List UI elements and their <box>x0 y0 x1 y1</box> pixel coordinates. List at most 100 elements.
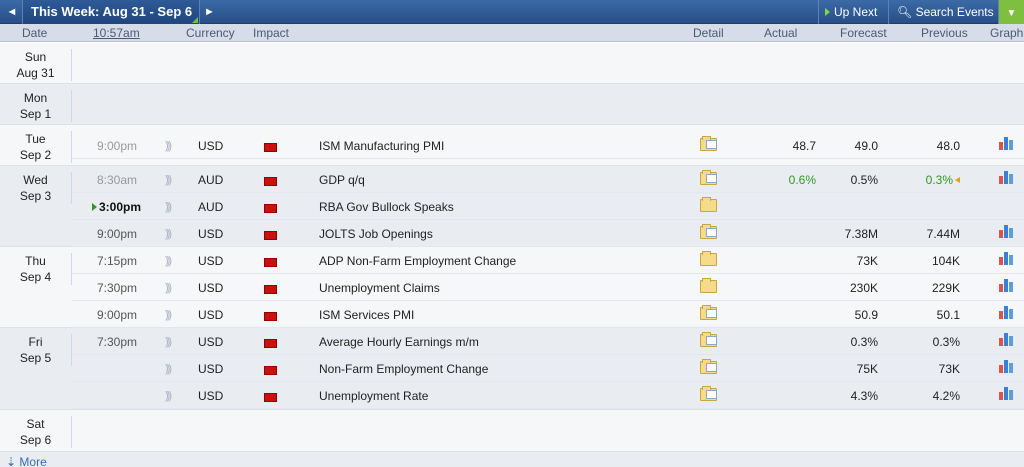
event-forecast: 73K <box>856 254 878 268</box>
event-title[interactable]: Unemployment Rate <box>319 389 428 403</box>
graph-icon[interactable] <box>998 171 1014 187</box>
chevron-right-icon: ► <box>204 6 215 18</box>
more-link[interactable]: ⇣ More <box>6 455 47 467</box>
col-date: Date <box>22 26 48 40</box>
col-forecast: Forecast <box>840 26 887 40</box>
play-icon <box>825 8 830 16</box>
col-previous: Previous <box>921 26 968 40</box>
event-title[interactable]: GDP q/q <box>319 173 365 187</box>
day-cell: Wed Sep 3 <box>0 172 72 204</box>
graph-icon[interactable] <box>998 225 1014 241</box>
week-label: This Week: Aug 31 - Sep 6 <box>31 4 193 19</box>
event-forecast: 50.9 <box>854 308 878 322</box>
high-impact-icon <box>264 256 277 270</box>
event-title[interactable]: JOLTS Job Openings <box>319 227 433 241</box>
week-selector[interactable]: This Week: Aug 31 - Sep 6 <box>22 0 199 24</box>
next-event-icon <box>92 203 97 211</box>
event-row[interactable]: 9:00pm ))) USD ISM Manufacturing PMI 48.… <box>72 132 1024 159</box>
event-time: 9:00pm <box>97 139 138 153</box>
col-detail: Detail <box>693 26 724 40</box>
event-title[interactable]: ISM Services PMI <box>319 308 414 322</box>
event-forecast: 75K <box>856 362 878 376</box>
sound-icon[interactable]: ))) <box>165 172 172 186</box>
event-currency: USD <box>198 335 224 349</box>
event-previous: 4.2% <box>932 389 960 403</box>
sound-icon[interactable]: ))) <box>165 253 172 267</box>
event-previous: 104K <box>931 254 960 268</box>
event-row[interactable]: 9:00pm ))) USD JOLTS Job Openings 7.38M … <box>72 220 1024 247</box>
up-next-button[interactable]: Up Next <box>818 0 888 24</box>
detail-folder-icon[interactable] <box>700 224 717 242</box>
event-currency: USD <box>198 308 224 322</box>
sound-icon[interactable]: ))) <box>165 361 172 375</box>
search-events-label: Search Events <box>915 5 994 19</box>
graph-icon[interactable] <box>998 252 1014 268</box>
event-title[interactable]: ISM Manufacturing PMI <box>319 139 444 153</box>
event-actual: 0.6% <box>788 173 816 187</box>
day-band-sun <box>0 43 1024 84</box>
event-row[interactable]: 7:30pm ))) USD Average Hourly Earnings m… <box>72 328 1024 355</box>
high-impact-icon <box>264 141 277 155</box>
sound-icon[interactable]: ))) <box>165 334 172 348</box>
event-row[interactable]: 9:00pm ))) USD ISM Services PMI 50.9 50.… <box>72 301 1024 328</box>
graph-icon[interactable] <box>998 360 1014 376</box>
event-time: 7:30pm <box>97 281 138 295</box>
column-header: Date 10:57am Currency Impact Detail Actu… <box>0 24 1024 42</box>
event-title[interactable]: RBA Gov Bullock Speaks <box>319 200 454 214</box>
detail-folder-icon[interactable] <box>700 251 717 269</box>
detail-folder-icon[interactable] <box>700 305 717 323</box>
next-week-button[interactable]: ► <box>199 0 219 24</box>
footer-band <box>0 452 1024 467</box>
day-band-mon <box>0 84 1024 125</box>
detail-folder-icon[interactable] <box>700 170 717 188</box>
graph-icon[interactable] <box>998 333 1014 349</box>
event-currency: USD <box>198 389 224 403</box>
previous-value: 0.3% <box>925 173 953 187</box>
search-events-button[interactable]: 🔍︎ Search Events <box>888 0 998 24</box>
event-currency: USD <box>198 139 224 153</box>
download-arrow-icon: ⇣ <box>6 455 17 467</box>
event-currency: USD <box>198 254 224 268</box>
day-cell: Sun Aug 31 <box>0 49 72 81</box>
event-forecast: 0.5% <box>850 173 878 187</box>
sound-icon[interactable]: ))) <box>165 280 172 294</box>
prev-week-button[interactable]: ◄ <box>2 0 22 24</box>
event-row[interactable]: 7:15pm ))) USD ADP Non-Farm Employment C… <box>72 247 1024 274</box>
revised-icon <box>955 177 960 183</box>
detail-folder-icon[interactable] <box>700 386 717 404</box>
event-row[interactable]: 3:00pm ))) AUD RBA Gov Bullock Speaks <box>72 193 1024 220</box>
sound-icon[interactable]: ))) <box>165 388 172 402</box>
graph-icon[interactable] <box>998 137 1014 153</box>
filter-button[interactable]: ▼ <box>998 0 1024 24</box>
sound-icon[interactable]: ))) <box>165 226 172 240</box>
detail-folder-icon[interactable] <box>700 278 717 296</box>
event-title[interactable]: Non-Farm Employment Change <box>319 362 488 376</box>
graph-icon[interactable] <box>998 279 1014 295</box>
col-currency: Currency <box>186 26 235 40</box>
day-cell: Mon Sep 1 <box>0 90 72 122</box>
chevron-left-icon: ◄ <box>6 6 18 18</box>
sound-icon[interactable]: ))) <box>165 199 172 213</box>
col-impact: Impact <box>253 26 290 40</box>
day-cell: Sat Sep 6 <box>0 416 72 448</box>
detail-folder-icon[interactable] <box>700 332 717 350</box>
event-row[interactable]: ))) USD Unemployment Rate 4.3% 4.2% <box>72 382 1024 409</box>
detail-folder-icon[interactable] <box>700 359 717 377</box>
event-title[interactable]: ADP Non-Farm Employment Change <box>319 254 516 268</box>
detail-folder-icon[interactable] <box>700 197 717 215</box>
event-title[interactable]: Unemployment Claims <box>319 281 440 295</box>
graph-icon[interactable] <box>998 306 1014 322</box>
sound-icon[interactable]: ))) <box>165 307 172 321</box>
event-previous: 73K <box>938 362 960 376</box>
filter-icon: ▼ <box>1006 8 1017 19</box>
sound-icon[interactable]: ))) <box>165 138 172 152</box>
event-row[interactable]: 8:30am ))) AUD GDP q/q 0.6% 0.5% 0.3% <box>72 166 1024 193</box>
col-time[interactable]: 10:57am <box>93 26 140 40</box>
event-row[interactable]: ))) USD Non-Farm Employment Change 75K 7… <box>72 355 1024 382</box>
up-next-label: Up Next <box>834 5 878 19</box>
graph-icon[interactable] <box>998 387 1014 403</box>
high-impact-icon <box>264 337 277 351</box>
event-row[interactable]: 7:30pm ))) USD Unemployment Claims 230K … <box>72 274 1024 301</box>
event-title[interactable]: Average Hourly Earnings m/m <box>319 335 479 349</box>
detail-folder-icon[interactable] <box>700 136 717 154</box>
